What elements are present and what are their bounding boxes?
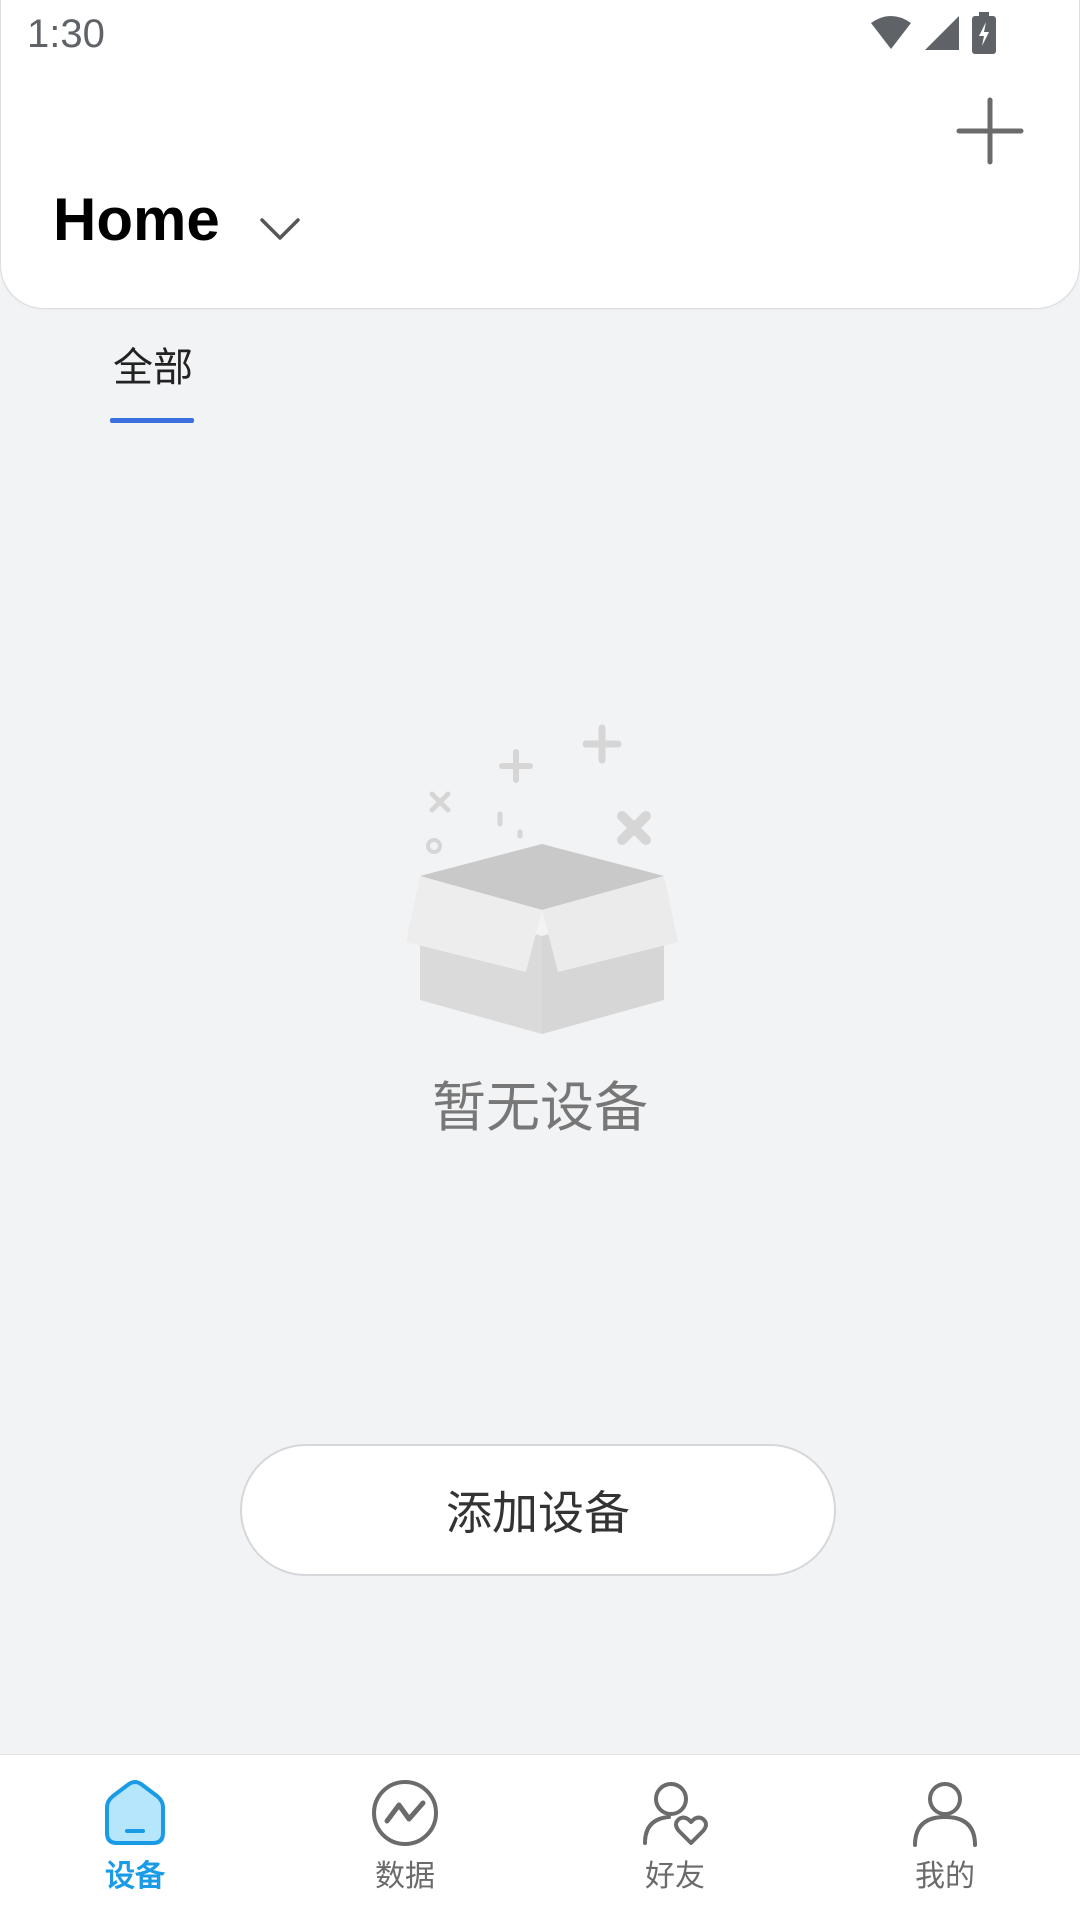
tab-all-label: 全部: [113, 345, 193, 391]
nav-item-friends[interactable]: 好友: [540, 1755, 810, 1920]
battery-charging-icon: [972, 12, 996, 54]
data-chart-icon: [372, 1780, 438, 1846]
nav-label-profile: 我的: [915, 1859, 975, 1894]
add-device-button[interactable]: 添加设备: [240, 1444, 836, 1576]
screen: 1:30 Home 全部 暂无设备 添加设备 设备 数据 好友 我的: [0, 0, 1080, 1920]
profile-icon: [913, 1782, 977, 1847]
tab-all[interactable]: 全部: [110, 340, 196, 423]
status-icons: [869, 12, 997, 54]
friend-heart-icon: [643, 1782, 708, 1845]
add-plus-button[interactable]: [955, 96, 1025, 166]
header-card: 1:30 Home: [0, 0, 1080, 309]
tab-active-indicator: [110, 418, 194, 423]
nav-item-profile[interactable]: 我的: [810, 1755, 1080, 1920]
status-time: 1:30: [27, 12, 105, 56]
nav-label-friends: 好友: [645, 1859, 705, 1894]
bottom-nav: 设备 数据 好友 我的: [0, 1754, 1080, 1920]
nav-label-devices: 设备: [105, 1859, 165, 1894]
home-selector-title[interactable]: Home: [53, 184, 220, 256]
nav-item-devices[interactable]: 设备: [0, 1755, 270, 1920]
home-device-icon: [105, 1780, 165, 1845]
empty-state-text: 暂无设备: [432, 1076, 648, 1139]
empty-box-icon: [406, 724, 678, 1034]
wifi-icon: [871, 16, 911, 49]
signal-icon: [925, 16, 959, 50]
nav-item-data[interactable]: 数据: [270, 1755, 540, 1920]
chevron-down-icon[interactable]: [259, 214, 301, 244]
nav-label-data: 数据: [375, 1859, 435, 1894]
